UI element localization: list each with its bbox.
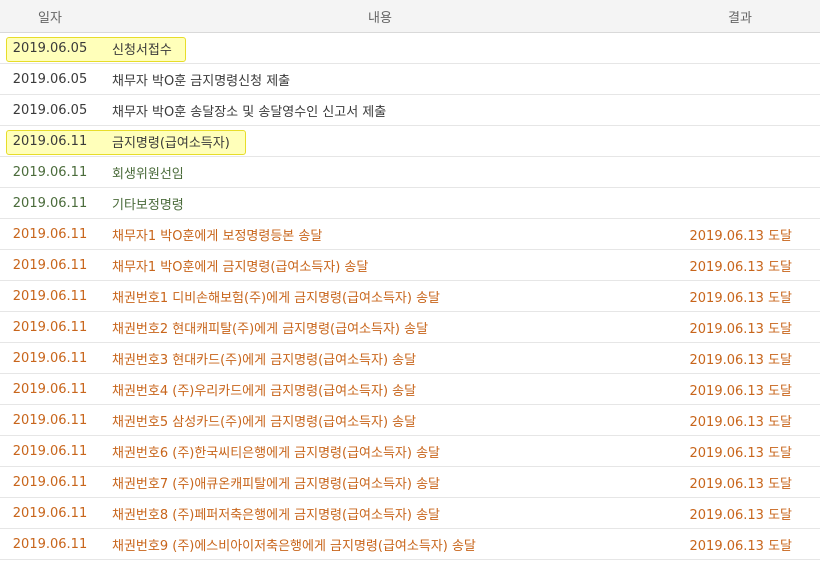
row-date: 2019.06.05 xyxy=(0,32,186,64)
row-date: 2019.06.11 xyxy=(0,125,246,157)
row-content: 채권번호2 현대캐피탈(주)에게 금지명령(급여소득자) 송달 xyxy=(100,311,660,343)
row-result: 2019.06.13 도달 xyxy=(660,249,820,281)
row-content: 채권번호1 디비손해보험(주)에게 금지명령(급여소득자) 송달 xyxy=(100,280,660,312)
row-result: 2019.06.13 도달 xyxy=(660,404,820,436)
row-date: 2019.06.11 xyxy=(0,466,100,498)
row-date: 2019.06.11 xyxy=(0,435,100,467)
row-content: 채무자 박O훈 송달장소 및 송달영수인 신고서 제출 xyxy=(100,94,660,126)
row-result: 2019.06.13 도달 xyxy=(660,528,820,560)
row-date: 2019.06.05 xyxy=(0,63,100,95)
row-date: 2019.06.11 xyxy=(0,311,100,343)
header-result: 결과 xyxy=(660,0,820,33)
row-result: 2019.06.13 도달 xyxy=(660,311,820,343)
row-result: 2019.06.13 도달 xyxy=(660,218,820,250)
row-result: 2019.06.13 도달 xyxy=(660,466,820,498)
case-progress-table: 일자 내용 결과 2019.06.05 신청서접수 2019.06.05 채무자… xyxy=(0,0,820,560)
row-date: 2019.06.11 xyxy=(0,156,100,188)
row-date: 2019.06.11 xyxy=(0,249,100,281)
table-row: 2019.06.11 금지명령(급여소득자) xyxy=(0,125,820,157)
row-date: 2019.06.05 xyxy=(0,94,100,126)
row-content: 채권번호6 (주)한국씨티은행에게 금지명령(급여소득자) 송달 xyxy=(100,435,660,467)
table-row: 2019.06.11 채권번호1 디비손해보험(주)에게 금지명령(급여소득자)… xyxy=(0,280,820,312)
row-content: 채무자 박O훈 금지명령신청 제출 xyxy=(100,63,660,95)
row-date: 2019.06.11 xyxy=(0,218,100,250)
row-content: 회생위원선임 xyxy=(100,156,660,188)
table-row: 2019.06.11 채권번호3 현대카드(주)에게 금지명령(급여소득자) 송… xyxy=(0,342,820,374)
header-date: 일자 xyxy=(0,0,100,33)
row-result xyxy=(660,32,820,64)
row-date: 2019.06.11 xyxy=(0,187,100,219)
table-row: 2019.06.11 채무자1 박O훈에게 보정명령등본 송달 2019.06.… xyxy=(0,218,820,250)
table-row: 2019.06.11 채권번호7 (주)애큐온캐피탈에게 금지명령(급여소득자)… xyxy=(0,466,820,498)
row-content: 채무자1 박O훈에게 보정명령등본 송달 xyxy=(100,218,660,250)
table-row: 2019.06.11 채권번호9 (주)에스비아이저축은행에게 금지명령(급여소… xyxy=(0,528,820,560)
row-content: 채권번호3 현대카드(주)에게 금지명령(급여소득자) 송달 xyxy=(100,342,660,374)
row-date: 2019.06.11 xyxy=(0,373,100,405)
row-content: 금지명령(급여소득자) xyxy=(100,125,660,157)
table-row: 2019.06.11 회생위원선임 xyxy=(0,156,820,188)
row-result xyxy=(660,63,820,95)
table-row: 2019.06.05 채무자 박O훈 금지명령신청 제출 xyxy=(0,63,820,95)
row-result: 2019.06.13 도달 xyxy=(660,342,820,374)
row-content: 채권번호8 (주)페퍼저축은행에게 금지명령(급여소득자) 송달 xyxy=(100,497,660,529)
table-row: 2019.06.11 채권번호4 (주)우리카드에게 금지명령(급여소득자) 송… xyxy=(0,373,820,405)
row-date: 2019.06.11 xyxy=(0,280,100,312)
row-content: 신청서접수 xyxy=(100,32,660,64)
row-date: 2019.06.11 xyxy=(0,528,100,560)
table-row: 2019.06.11 채권번호5 삼성카드(주)에게 금지명령(급여소득자) 송… xyxy=(0,404,820,436)
row-date: 2019.06.11 xyxy=(0,342,100,374)
row-result xyxy=(660,187,820,219)
table-header-row: 일자 내용 결과 xyxy=(0,0,820,33)
row-content: 기타보정명령 xyxy=(100,187,660,219)
row-content: 채권번호4 (주)우리카드에게 금지명령(급여소득자) 송달 xyxy=(100,373,660,405)
row-result xyxy=(660,156,820,188)
row-content: 채권번호9 (주)에스비아이저축은행에게 금지명령(급여소득자) 송달 xyxy=(100,528,660,560)
row-content: 채무자1 박O훈에게 금지명령(급여소득자) 송달 xyxy=(100,249,660,281)
table-row: 2019.06.11 채권번호2 현대캐피탈(주)에게 금지명령(급여소득자) … xyxy=(0,311,820,343)
row-result: 2019.06.13 도달 xyxy=(660,497,820,529)
row-result: 2019.06.13 도달 xyxy=(660,435,820,467)
row-result xyxy=(660,94,820,126)
row-content: 채권번호5 삼성카드(주)에게 금지명령(급여소득자) 송달 xyxy=(100,404,660,436)
row-result: 2019.06.13 도달 xyxy=(660,280,820,312)
row-date: 2019.06.11 xyxy=(0,497,100,529)
table-row: 2019.06.11 채권번호8 (주)페퍼저축은행에게 금지명령(급여소득자)… xyxy=(0,497,820,529)
table-row: 2019.06.05 신청서접수 xyxy=(0,32,820,64)
row-date: 2019.06.11 xyxy=(0,404,100,436)
table-row: 2019.06.05 채무자 박O훈 송달장소 및 송달영수인 신고서 제출 xyxy=(0,94,820,126)
row-result xyxy=(660,125,820,157)
row-content: 채권번호7 (주)애큐온캐피탈에게 금지명령(급여소득자) 송달 xyxy=(100,466,660,498)
table-row: 2019.06.11 기타보정명령 xyxy=(0,187,820,219)
table-row: 2019.06.11 채무자1 박O훈에게 금지명령(급여소득자) 송달 201… xyxy=(0,249,820,281)
row-result: 2019.06.13 도달 xyxy=(660,373,820,405)
header-content: 내용 xyxy=(100,0,660,33)
table-row: 2019.06.11 채권번호6 (주)한국씨티은행에게 금지명령(급여소득자)… xyxy=(0,435,820,467)
